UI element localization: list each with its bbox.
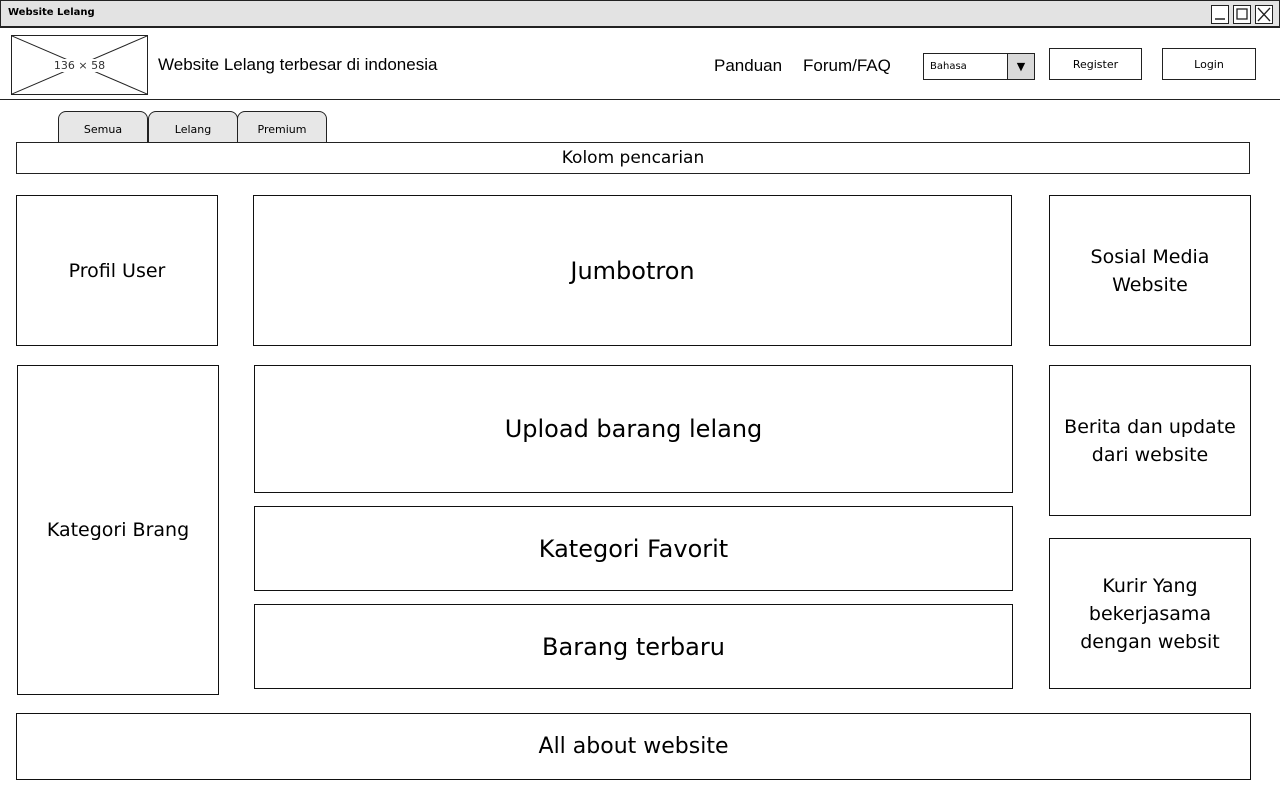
kategori-barang-label: Kategori Brang: [46, 519, 190, 541]
sosial-media-label: Sosial Media Website: [1090, 245, 1210, 296]
tab-semua[interactable]: Semua: [58, 111, 148, 144]
kategori-favorit-panel[interactable]: Kategori Favorit: [254, 506, 1013, 591]
footer-label: All about website: [538, 733, 729, 759]
tab-lelang[interactable]: Lelang: [148, 111, 238, 144]
search-input[interactable]: Kolom pencarian: [16, 142, 1250, 174]
login-button[interactable]: Login: [1162, 48, 1256, 80]
tab-premium[interactable]: Premium: [237, 111, 327, 144]
barang-terbaru-panel[interactable]: Barang terbaru: [254, 604, 1013, 689]
kurir-panel[interactable]: Kurir Yang bekerjasama dengan websit: [1049, 538, 1251, 689]
logo-placeholder: 136 × 58: [11, 35, 148, 95]
profil-user-label: Profil User: [68, 259, 166, 282]
upload-barang-label: Upload barang lelang: [504, 415, 763, 443]
maximize-icon[interactable]: [1233, 5, 1251, 24]
upload-barang-panel[interactable]: Upload barang lelang: [254, 365, 1013, 493]
sosial-media-panel[interactable]: Sosial Media Website: [1049, 195, 1251, 346]
logo-size-label: 136 × 58: [51, 58, 108, 72]
chevron-down-icon[interactable]: ▼: [1007, 54, 1034, 79]
barang-terbaru-label: Barang terbaru: [542, 632, 725, 661]
berita-update-panel[interactable]: Berita dan update dari website: [1049, 365, 1251, 516]
minimize-icon[interactable]: [1211, 5, 1229, 24]
window-titlebar: Website Lelang: [0, 0, 1280, 28]
kategori-favorit-label: Kategori Favorit: [538, 534, 729, 563]
nav-link-forum-faq[interactable]: Forum/FAQ: [803, 56, 891, 76]
jumbotron-panel[interactable]: Jumbotron: [253, 195, 1012, 346]
register-button[interactable]: Register: [1049, 48, 1142, 80]
profil-user-panel[interactable]: Profil User: [16, 195, 218, 346]
berita-update-label: Berita dan update dari website: [1064, 415, 1236, 466]
nav-link-panduan[interactable]: Panduan: [714, 56, 782, 76]
window-title: Website Lelang: [8, 7, 95, 18]
jumbotron-label: Jumbotron: [570, 256, 695, 285]
kurir-label: Kurir Yang bekerjasama dengan websit: [1080, 574, 1220, 653]
language-select[interactable]: Bahasa ▼: [923, 53, 1035, 80]
site-title: Website Lelang terbesar di indonesia: [158, 55, 438, 74]
close-icon[interactable]: [1255, 5, 1273, 24]
language-select-value: Bahasa: [930, 61, 967, 72]
kategori-barang-panel[interactable]: Kategori Brang: [17, 365, 219, 695]
footer-panel[interactable]: All about website: [16, 713, 1251, 780]
